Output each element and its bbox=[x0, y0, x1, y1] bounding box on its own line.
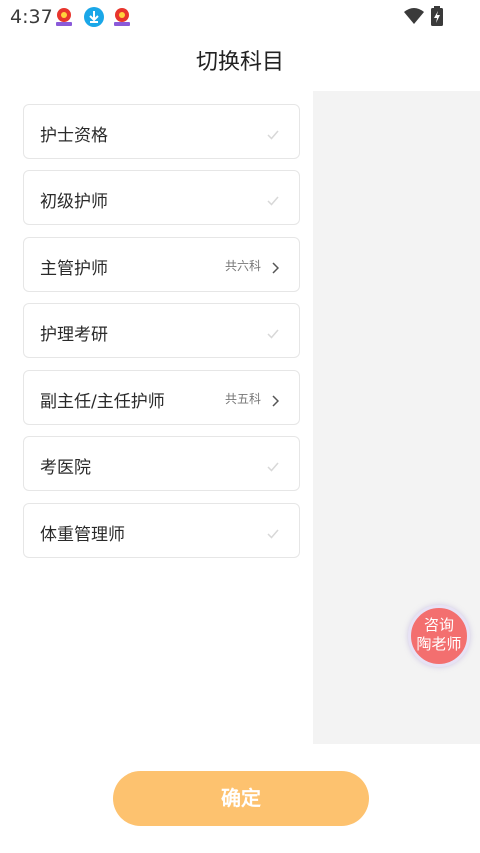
status-bar: 4:37 bbox=[0, 0, 480, 34]
page-title: 切换科目 bbox=[195, 50, 284, 75]
subject-item-charge-nurse[interactable]: 主管护师 共六科 bbox=[23, 237, 300, 292]
subject-item-nursing-postgrad[interactable]: 护理考研 bbox=[23, 303, 300, 358]
chevron-right-icon bbox=[272, 259, 280, 278]
subject-label: 初级护师 bbox=[40, 192, 108, 212]
consult-line1: 咨询 bbox=[423, 616, 454, 634]
subject-count: 共六科 bbox=[224, 259, 261, 273]
confirm-button[interactable]: 确定 bbox=[113, 771, 369, 826]
app-logo-icon bbox=[111, 6, 133, 28]
wifi-icon bbox=[404, 8, 424, 28]
subject-item-deputy-chief-nurse[interactable]: 副主任/主任护师 共五科 bbox=[23, 370, 300, 425]
subject-label: 护理考研 bbox=[40, 325, 108, 345]
app-logo-icon bbox=[53, 6, 75, 28]
subject-item-weight-manager[interactable]: 体重管理师 bbox=[23, 503, 300, 558]
subject-label: 主管护师 bbox=[40, 259, 108, 279]
subject-label: 考医院 bbox=[40, 458, 91, 478]
download-icon bbox=[83, 6, 105, 28]
check-icon bbox=[267, 524, 279, 543]
battery-charging-icon bbox=[430, 6, 444, 30]
subject-item-hospital-exam[interactable]: 考医院 bbox=[23, 436, 300, 491]
subject-label: 副主任/主任护师 bbox=[40, 392, 165, 412]
consult-teacher-button[interactable]: 咨询 陶老师 bbox=[408, 605, 470, 667]
subject-label: 护士资格 bbox=[40, 126, 108, 146]
subject-label: 体重管理师 bbox=[40, 525, 125, 545]
check-icon bbox=[267, 324, 279, 343]
check-icon bbox=[267, 457, 279, 476]
status-time: 4:37 bbox=[10, 6, 53, 28]
check-icon bbox=[267, 125, 279, 144]
subject-count: 共五科 bbox=[224, 392, 261, 406]
consult-line2: 陶老师 bbox=[416, 635, 462, 653]
subject-item-junior-nurse[interactable]: 初级护师 bbox=[23, 170, 300, 225]
chevron-right-icon bbox=[272, 392, 280, 411]
subject-item-nurse-qualification[interactable]: 护士资格 bbox=[23, 104, 300, 159]
check-icon bbox=[267, 191, 279, 210]
